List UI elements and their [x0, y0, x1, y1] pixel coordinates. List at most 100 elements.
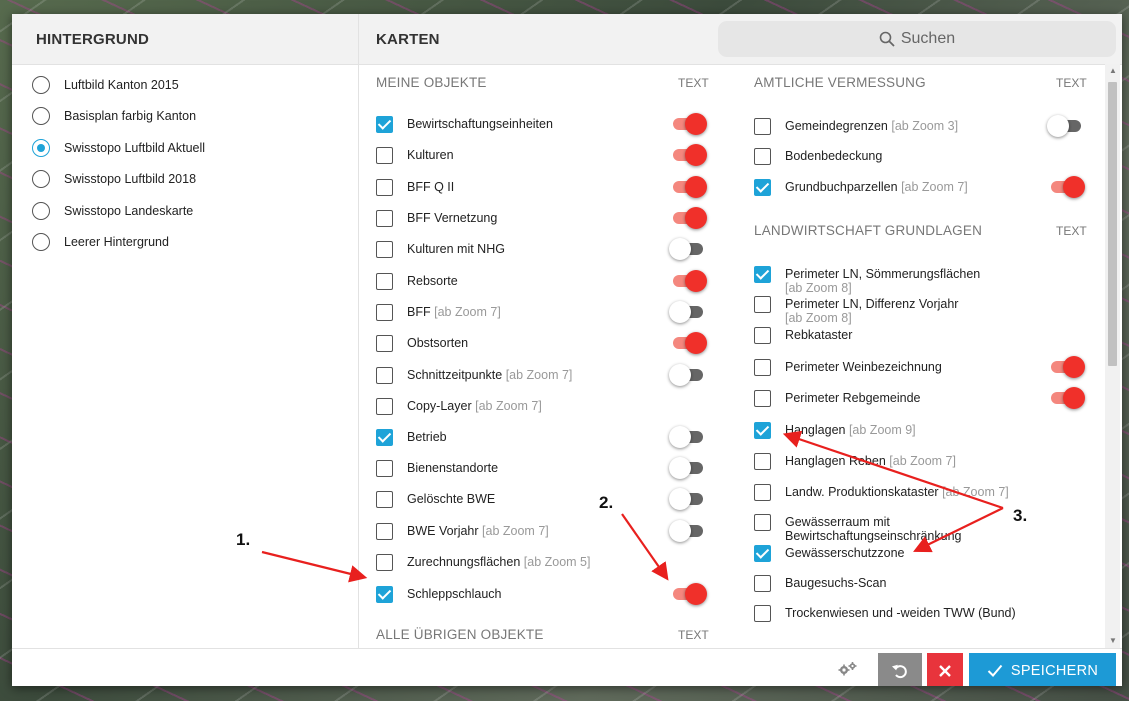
text-toggle-switch[interactable] [669, 488, 707, 510]
scroll-up-icon[interactable]: ▲ [1109, 66, 1117, 75]
save-button[interactable]: SPEICHERN [969, 653, 1116, 686]
layer-label: Schleppschlauch [407, 586, 502, 601]
background-panel-title: HINTERGRUND [36, 30, 150, 48]
layer-row: Hanglagen [ab Zoom 9] [754, 422, 916, 439]
layer-checkbox[interactable] [754, 575, 771, 592]
text-toggle-switch[interactable] [669, 270, 707, 292]
layer-row: Kulturen [376, 147, 454, 164]
text-toggle-switch[interactable] [1047, 387, 1085, 409]
layer-checkbox[interactable] [376, 554, 393, 571]
background-option[interactable]: Swisstopo Luftbild Aktuell [32, 137, 205, 159]
layer-checkbox[interactable] [376, 335, 393, 352]
text-column-label: TEXT [1056, 224, 1087, 238]
text-toggle-switch[interactable] [1047, 115, 1085, 137]
layer-checkbox[interactable] [754, 453, 771, 470]
layer-checkbox[interactable] [376, 367, 393, 384]
scroll-down-icon[interactable]: ▼ [1109, 636, 1117, 645]
text-toggle-switch[interactable] [1047, 356, 1085, 378]
layer-checkbox[interactable] [376, 147, 393, 164]
background-option[interactable]: Luftbild Kanton 2015 [32, 74, 179, 96]
layer-checkbox[interactable] [754, 296, 771, 313]
layer-row: BWE Vorjahr [ab Zoom 7] [376, 523, 549, 540]
zoom-hint: [ab Zoom 7] [889, 454, 956, 468]
text-toggle-switch[interactable] [669, 113, 707, 135]
layer-name: Bewirtschaftungseinheiten [407, 117, 553, 131]
layer-checkbox[interactable] [754, 484, 771, 501]
text-toggle-switch[interactable] [669, 364, 707, 386]
layer-checkbox[interactable] [754, 605, 771, 622]
cancel-button[interactable] [927, 653, 963, 686]
text-toggle-switch[interactable] [669, 520, 707, 542]
toggle-knob [685, 270, 707, 292]
background-option[interactable]: Swisstopo Landeskarte [32, 200, 193, 222]
radio-button[interactable] [32, 107, 50, 125]
layer-checkbox[interactable] [754, 359, 771, 376]
radio-button[interactable] [32, 233, 50, 251]
layer-name: Gemeindegrenzen [785, 119, 888, 133]
background-option[interactable]: Swisstopo Luftbild 2018 [32, 168, 196, 190]
radio-button[interactable] [32, 139, 50, 157]
radio-button[interactable] [32, 170, 50, 188]
annotation-1: 1. [236, 530, 251, 549]
layer-checkbox[interactable] [376, 273, 393, 290]
toggle-knob [685, 113, 707, 135]
text-toggle-switch[interactable] [669, 207, 707, 229]
layer-name: Gelöschte BWE [407, 492, 496, 506]
layer-label: Bodenbedeckung [785, 148, 882, 163]
text-toggle-switch[interactable] [669, 238, 707, 260]
layer-checkbox[interactable] [754, 545, 771, 562]
toggle-knob [1063, 176, 1085, 198]
layer-row: Bodenbedeckung [754, 148, 882, 165]
layer-checkbox[interactable] [376, 116, 393, 133]
background-option[interactable]: Leerer Hintergrund [32, 231, 169, 253]
layer-label: Landw. Produktionskataster [ab Zoom 7] [785, 484, 1009, 499]
radio-button[interactable] [32, 202, 50, 220]
layer-name: BFF Q II [407, 180, 455, 194]
layer-label: Perimeter LN, Sömmerungsflächen [ab Zoom … [785, 266, 980, 295]
text-toggle-switch[interactable] [1047, 176, 1085, 198]
layer-checkbox[interactable] [376, 179, 393, 196]
text-toggle-switch[interactable] [669, 332, 707, 354]
layer-name: Gewässerschutzzone [785, 546, 905, 560]
gears-icon[interactable] [838, 661, 858, 677]
layer-name: Hanglagen Reben [785, 454, 886, 468]
layer-label: BFF [ab Zoom 7] [407, 304, 501, 319]
layer-checkbox[interactable] [754, 390, 771, 407]
layer-checkbox[interactable] [376, 398, 393, 415]
layer-row: Baugesuchs-Scan [754, 575, 886, 592]
radio-button[interactable] [32, 76, 50, 94]
layer-checkbox[interactable] [754, 514, 771, 531]
layer-checkbox[interactable] [376, 210, 393, 227]
layer-label: Baugesuchs-Scan [785, 575, 886, 590]
background-option[interactable]: Basisplan farbig Kanton [32, 105, 196, 127]
background-panel: HINTERGRUND Luftbild Kanton 2015 Basispla… [12, 14, 359, 648]
text-toggle-switch[interactable] [669, 176, 707, 198]
layer-label: Trockenwiesen und -weiden TWW (Bund) [785, 605, 1016, 620]
text-toggle-switch[interactable] [669, 426, 707, 448]
text-toggle-switch[interactable] [669, 144, 707, 166]
layer-checkbox[interactable] [754, 327, 771, 344]
layer-checkbox[interactable] [376, 241, 393, 258]
layer-checkbox[interactable] [376, 460, 393, 477]
text-toggle-switch[interactable] [669, 301, 707, 323]
reset-button[interactable] [878, 653, 922, 686]
layer-checkbox[interactable] [754, 118, 771, 135]
layer-checkbox[interactable] [376, 586, 393, 603]
scrollbar-thumb[interactable] [1108, 82, 1117, 366]
layer-checkbox[interactable] [376, 523, 393, 540]
layer-checkbox[interactable] [754, 179, 771, 196]
text-toggle-switch[interactable] [669, 583, 707, 605]
layer-checkbox[interactable] [376, 304, 393, 321]
layer-checkbox[interactable] [754, 148, 771, 165]
layers-scrollbar[interactable]: ▲ ▼ [1105, 64, 1120, 648]
search-input[interactable]: Suchen [718, 21, 1116, 57]
layer-name: Perimeter LN, Differenz Vorjahr [785, 297, 959, 311]
layer-checkbox[interactable] [754, 422, 771, 439]
maps-panel-title: KARTEN [376, 30, 440, 48]
text-toggle-switch[interactable] [669, 457, 707, 479]
layer-row: Rebsorte [376, 273, 458, 290]
layer-checkbox[interactable] [376, 491, 393, 508]
layer-label: Rebsorte [407, 273, 458, 288]
layer-checkbox[interactable] [376, 429, 393, 446]
layer-checkbox[interactable] [754, 266, 771, 283]
